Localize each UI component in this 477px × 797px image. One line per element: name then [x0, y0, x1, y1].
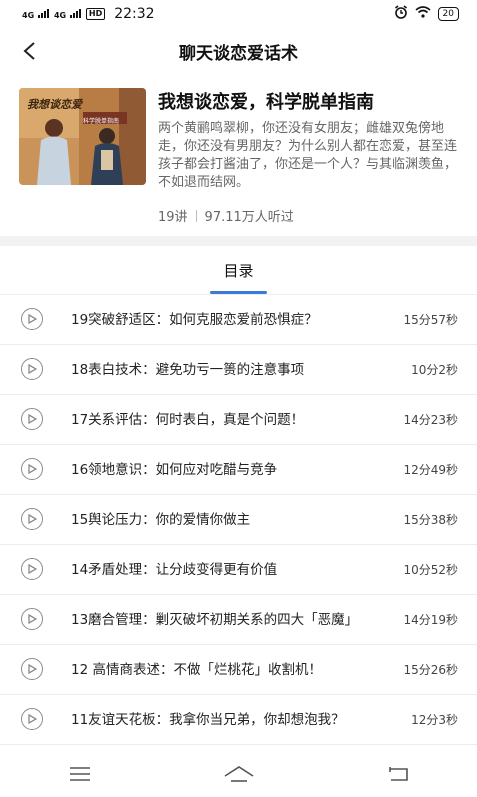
status-right: 20 [394, 5, 459, 23]
list-item[interactable]: 11友谊天花板：我拿你当兄弟，你却想泡我？ 12分3秒 [0, 695, 477, 745]
episode-title: 15舆论压力：你的爱情你做主 [71, 511, 251, 528]
tab-bar: 目录 [0, 246, 477, 295]
play-icon[interactable] [21, 458, 43, 480]
nav-bar: 聊天谈恋爱话术 [0, 28, 477, 74]
episode-title: 16领地意识：如何应对吃醋与竞争 [71, 461, 278, 478]
home-button[interactable] [209, 754, 269, 794]
list-item[interactable]: 18表白技术：避免功亏一篑的注意事项 10分2秒 [0, 345, 477, 395]
episode-duration: 12分49秒 [403, 463, 458, 477]
episode-list: 19突破舒适区：如何克服恋爱前恐惧症？ 15分57秒 18表白技术：避免功亏一篑… [0, 295, 477, 745]
list-item[interactable]: 15舆论压力：你的爱情你做主 15分38秒 [0, 495, 477, 545]
episode-duration: 15分26秒 [403, 663, 458, 677]
play-icon[interactable] [21, 558, 43, 580]
list-item[interactable]: 17关系评估：何时表白，真是个问题！ 14分23秒 [0, 395, 477, 445]
episode-title: 19突破舒适区：如何克服恋爱前恐惧症？ [71, 311, 318, 328]
chevron-left-icon [23, 42, 35, 60]
back-button[interactable] [14, 34, 44, 68]
return-icon [388, 766, 408, 781]
status-time: 22:32 [114, 6, 155, 22]
tab-catalog[interactable]: 目录 [0, 260, 477, 281]
episode-duration: 14分23秒 [403, 413, 458, 427]
listener-count: 97.11万人听过 [204, 210, 294, 225]
course-meta: 19讲 97.11万人听过 [158, 206, 294, 225]
list-item[interactable]: 14矛盾处理：让分歧变得更有价值 10分52秒 [0, 545, 477, 595]
play-icon[interactable] [21, 708, 43, 730]
status-bar: 4G 4G HD 22:32 20 [0, 0, 477, 28]
course-cover-image[interactable]: 我想谈恋爱 科学脱单指南 [19, 88, 146, 185]
play-icon[interactable] [21, 408, 43, 430]
episode-duration: 10分2秒 [411, 363, 458, 377]
menu-button[interactable] [50, 754, 110, 794]
page-title: 聊天谈恋爱话术 [179, 43, 298, 64]
signal-icon: 4G [22, 8, 49, 20]
lecture-count: 19讲 [158, 210, 188, 225]
play-icon[interactable] [21, 508, 43, 530]
play-icon[interactable] [21, 608, 43, 630]
system-nav-bar [0, 750, 477, 797]
play-icon[interactable] [21, 358, 43, 380]
play-icon[interactable] [21, 308, 43, 330]
episode-title: 13磨合管理：剿灭破坏初期关系的四大「恶魔」 [71, 611, 359, 628]
hd-icon: HD [85, 8, 106, 20]
battery-icon: 20 [437, 7, 459, 21]
back-nav-button[interactable] [368, 754, 428, 794]
episode-duration: 10分52秒 [403, 563, 458, 577]
episode-title: 14矛盾处理：让分歧变得更有价值 [71, 561, 278, 578]
episode-title: 17关系评估：何时表白，真是个问题！ [71, 411, 305, 428]
play-icon[interactable] [21, 658, 43, 680]
menu-icon [69, 766, 90, 781]
course-description: 两个黄鹂鸣翠柳，你还没有女朋友；雌雄双兔傍地走，你还没有男朋友？为什么别人都在恋… [158, 121, 458, 190]
alarm-icon [394, 5, 408, 23]
episode-duration: 14分19秒 [403, 613, 458, 627]
course-title: 我想谈恋爱，科学脱单指南 [158, 92, 374, 113]
course-header: 我想谈恋爱 科学脱单指南 我想谈恋爱，科学脱单指南 两个黄鹂鸣翠柳，你还没有女朋… [0, 74, 477, 236]
episode-title: 18表白技术：避免功亏一篑的注意事项 [71, 361, 305, 378]
cover-subtitle: 科学脱单指南 [83, 118, 120, 125]
status-left: 4G 4G HD 22:32 [22, 6, 155, 22]
meta-divider [195, 209, 197, 222]
list-item[interactable]: 19突破舒适区：如何克服恋爱前恐惧症？ 15分57秒 [0, 295, 477, 345]
tab-active-indicator [210, 291, 267, 294]
episode-duration: 15分57秒 [403, 313, 458, 327]
list-item[interactable]: 13磨合管理：剿灭破坏初期关系的四大「恶魔」 14分19秒 [0, 595, 477, 645]
signal-icon-2: 4G [54, 8, 81, 20]
episode-duration: 12分3秒 [411, 713, 458, 727]
list-item[interactable]: 12 高情商表述：不做「烂桃花」收割机！ 15分26秒 [0, 645, 477, 695]
episode-duration: 15分38秒 [403, 513, 458, 527]
episode-title: 12 高情商表述：不做「烂桃花」收割机！ [71, 661, 322, 678]
section-divider [0, 236, 477, 246]
home-icon [224, 765, 253, 782]
cover-label: 我想谈恋爱 [27, 98, 82, 111]
wifi-icon [415, 6, 431, 22]
list-item[interactable]: 16领地意识：如何应对吃醋与竞争 12分49秒 [0, 445, 477, 495]
episode-title: 11友谊天花板：我拿你当兄弟，你却想泡我？ [71, 711, 345, 728]
